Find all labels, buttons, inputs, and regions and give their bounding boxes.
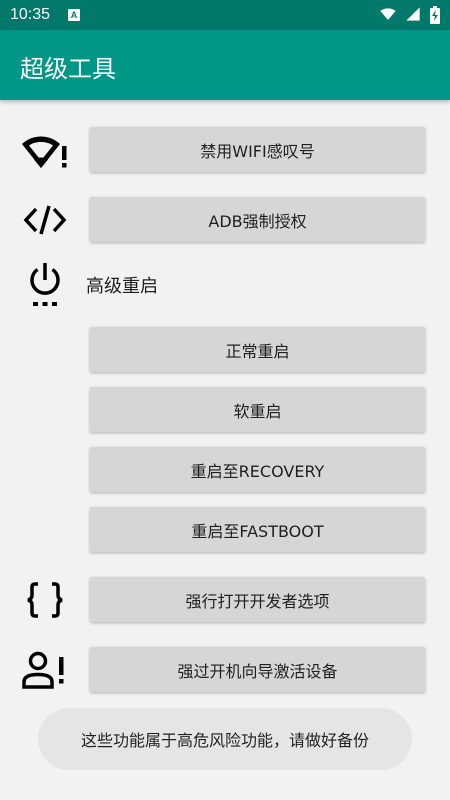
code-icon [20,197,70,243]
reboot-normal-button[interactable]: 正常重启 [90,327,425,372]
power-settings-icon [20,262,70,308]
signal-icon [406,7,420,21]
notification-icon: A [68,9,80,21]
status-time: 10:35 [10,6,51,23]
reboot-recovery-button[interactable]: 重启至RECOVERY [90,447,425,492]
warning-toast: 这些功能属于高危风险功能，请做好备份 [38,708,412,770]
status-icons [376,6,440,24]
reboot-fastboot-button[interactable]: 重启至FASTBOOT [90,507,425,552]
bypass-setup-wizard-button[interactable]: 强过开机向导激活设备 [90,647,425,692]
status-bar: 10:35 A [0,0,450,30]
braces-icon [20,577,70,623]
wifi-alert-icon [20,127,70,173]
app-bar: 超级工具 [0,30,450,100]
reboot-soft-button[interactable]: 软重启 [90,387,425,432]
advanced-reboot-label: 高级重启 [86,276,158,297]
disable-wifi-exclaim-button[interactable]: 禁用WIFI感叹号 [90,127,425,172]
app-title: 超级工具 [20,55,116,83]
wifi-icon [380,8,396,20]
force-developer-options-button[interactable]: 强行打开开发者选项 [90,577,425,622]
battery-charging-icon [430,6,440,24]
adb-force-auth-button[interactable]: ADB强制授权 [90,197,425,242]
account-alert-icon [20,647,70,693]
